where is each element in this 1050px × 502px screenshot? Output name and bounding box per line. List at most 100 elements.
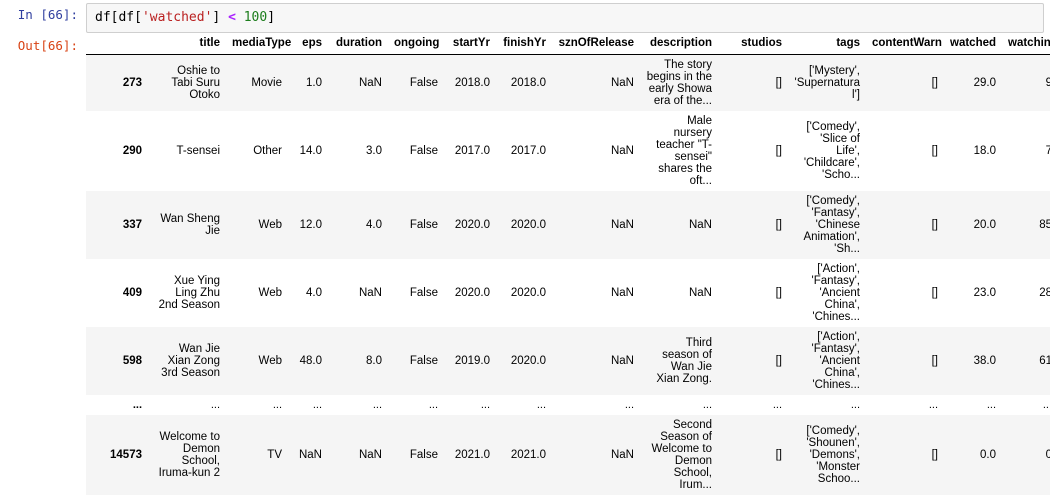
cell-startyr: 2019.0 <box>454 355 490 367</box>
cell-contentwarn: [] <box>931 355 938 367</box>
cell-sznofrelease: NaN <box>610 287 634 299</box>
cell-mediatype: TV <box>267 449 282 461</box>
cell-eps: 1.0 <box>306 77 322 89</box>
column-header-studios: studios <box>718 33 788 55</box>
cell-finishyr: 2017.0 <box>510 145 546 157</box>
column-header-duration: duration <box>328 33 388 55</box>
cell-watching: 85 <box>1039 219 1050 231</box>
cell-mediatype: Web <box>258 355 282 367</box>
code-segment-3 <box>236 10 244 25</box>
cell-title: T-sensei <box>176 145 220 157</box>
cell-mediatype: ... <box>272 399 282 411</box>
cell-description: Second Season of Welcome to Demon School… <box>651 419 712 491</box>
cell-duration: 4.0 <box>366 219 382 231</box>
table-row: 598 Wan Jie Xian Zong 3rd Season Web 48.0 8.… <box>86 327 1050 395</box>
cell-mediatype: Web <box>258 287 282 299</box>
row-index-cell: 273 <box>122 77 142 89</box>
row-index-cell: 14573 <box>110 449 142 461</box>
cell-watching: 0 <box>1045 449 1050 461</box>
cell-sznofrelease: ... <box>624 399 634 411</box>
cell-eps: NaN <box>298 449 322 461</box>
table-row: 409 Xue Ying Ling Zhu 2nd Season Web 4.0 NaN… <box>86 259 1050 327</box>
cell-tags: ['Comedy', 'Fantasy', 'Chinese Animation… <box>803 195 860 255</box>
cell-description: The story begins in the early Showa era … <box>646 59 712 107</box>
cell-finishyr: 2020.0 <box>510 355 546 367</box>
cell-studios: [] <box>775 145 782 157</box>
cell-finishyr: 2018.0 <box>510 77 546 89</box>
cell-watching: 61 <box>1039 355 1050 367</box>
header-row: title mediaType eps duration ongoing startYr f… <box>86 33 1050 55</box>
cell-finishyr: 2021.0 <box>510 449 546 461</box>
table-row: 14573 Welcome to Demon School, Iruma-kun … <box>86 415 1050 495</box>
cell-description: Third season of Wan Jie Xian Zong. <box>656 337 712 385</box>
table-row: 290 T-sensei Other 14.0 3.0 False 2017.0 2017.0… <box>86 111 1050 191</box>
code-segment-2: ] <box>212 10 229 25</box>
column-header-description: description <box>640 33 718 55</box>
code-line[interactable]: df[df['watched'] < 100] <box>95 8 1035 28</box>
column-header-contentwarn: contentWarn <box>866 33 944 55</box>
cell-ongoing: False <box>409 355 438 367</box>
cell-watched: ... <box>986 399 996 411</box>
cell-watched: 38.0 <box>973 355 996 367</box>
cell-watched: 23.0 <box>973 287 996 299</box>
cell-finishyr: 2020.0 <box>510 219 546 231</box>
cell-ongoing: False <box>409 145 438 157</box>
cell-watched: 18.0 <box>973 145 996 157</box>
cell-contentwarn: [] <box>931 77 938 89</box>
column-header-sznofrelease: sznOfRelease <box>552 33 640 55</box>
column-header-eps: eps <box>288 33 328 55</box>
cell-watching: 28 <box>1039 287 1050 299</box>
cell-duration: NaN <box>358 449 382 461</box>
dataframe-header: title mediaType eps duration ongoing startYr f… <box>86 33 1050 55</box>
column-header-ongoing: ongoing <box>388 33 444 55</box>
cell-description: NaN <box>688 219 712 231</box>
cell-ongoing: False <box>409 449 438 461</box>
cell-title: Oshie to Tabi Suru Otoko <box>171 65 220 101</box>
cell-ongoing: ... <box>428 399 438 411</box>
column-header-watched: watched <box>944 33 1002 55</box>
row-index-cell: 290 <box>122 145 142 157</box>
code-segment-1: df[df[ <box>95 10 142 25</box>
row-index-cell: 409 <box>122 287 142 299</box>
cell-description: NaN <box>688 287 712 299</box>
column-header-mediatype: mediaType <box>226 33 291 55</box>
cell-watched: 20.0 <box>973 219 996 231</box>
code-string-token: 'watched' <box>141 10 213 25</box>
cell-watching: 7 <box>1045 145 1050 157</box>
notebook: In [66]: df[df['watched'] < 100] Out[66]… <box>0 0 1050 495</box>
cell-eps: 4.0 <box>306 287 322 299</box>
cell-studios: [] <box>775 449 782 461</box>
cell-ongoing: False <box>409 287 438 299</box>
cell-mediatype: Movie <box>251 77 282 89</box>
input-cell: In [66]: df[df['watched'] < 100] <box>0 0 1050 33</box>
cell-watched: 0.0 <box>980 449 996 461</box>
cell-title: ... <box>210 399 220 411</box>
cell-studios: [] <box>775 219 782 231</box>
cell-startyr: 2017.0 <box>454 145 490 157</box>
code-segment-4: ] <box>267 10 276 25</box>
cell-sznofrelease: NaN <box>610 145 634 157</box>
table-row: ........................................… <box>86 395 1050 415</box>
cell-contentwarn: [] <box>931 449 938 461</box>
input-prompt-label: In [66]: <box>17 7 78 22</box>
cell-mediatype: Other <box>253 145 282 157</box>
code-operator-token: < <box>228 10 236 25</box>
cell-description: ... <box>702 399 712 411</box>
cell-duration: NaN <box>358 287 382 299</box>
cell-startyr: 2020.0 <box>454 219 490 231</box>
code-input-area[interactable]: df[df['watched'] < 100] <box>86 3 1044 33</box>
cell-duration: 3.0 <box>366 145 382 157</box>
cell-title: Wan Jie Xian Zong 3rd Season <box>161 343 220 379</box>
cell-tags: ['Comedy', 'Slice of Life', 'Childcare',… <box>803 121 860 181</box>
dataframe-output: title mediaType eps duration ongoing startYr f… <box>86 33 1050 495</box>
cell-eps: 14.0 <box>299 145 322 157</box>
cell-tags: ... <box>850 399 860 411</box>
column-header-index <box>86 33 148 55</box>
cell-tags: ['Action', 'Fantasy', 'Ancient China', '… <box>811 263 861 323</box>
cell-sznofrelease: NaN <box>610 77 634 89</box>
output-cell: Out[66]: title mediaType eps duration ongoin… <box>0 33 1050 495</box>
cell-studios: [] <box>775 355 782 367</box>
cell-startyr: 2018.0 <box>454 77 490 89</box>
dataframe-scroll-container[interactable]: title mediaType eps duration ongoing startYr f… <box>86 33 1050 495</box>
column-header-title: title <box>148 33 226 55</box>
